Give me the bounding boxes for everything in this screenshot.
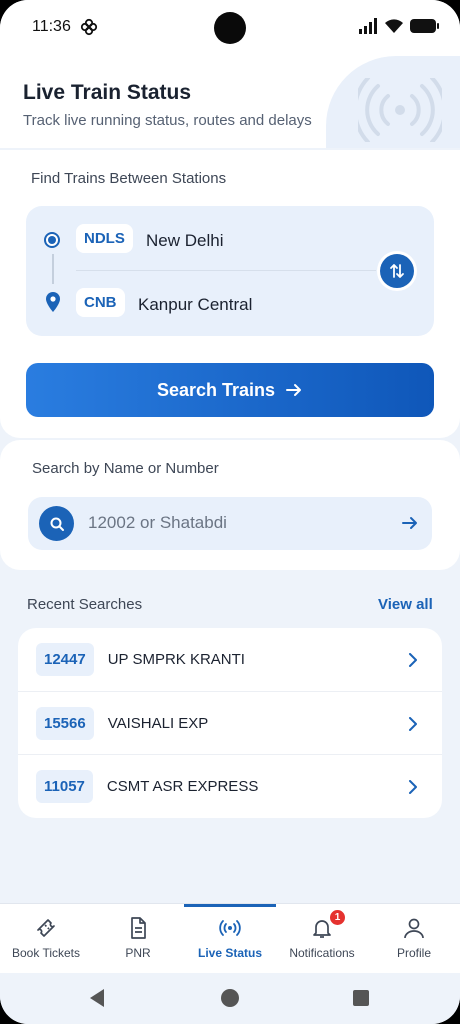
train-name: UP SMPRK KRANTI xyxy=(107,651,245,668)
route-connector xyxy=(52,254,54,284)
nav-label: Notifications xyxy=(289,946,355,960)
origin-station-name[interactable]: New Delhi xyxy=(146,231,223,251)
nav-pnr[interactable]: PNR xyxy=(92,904,184,974)
destination-station-name[interactable]: Kanpur Central xyxy=(138,295,252,315)
recent-searches-list: 12447 UP SMPRK KRANTI 15566 VAISHALI EXP… xyxy=(18,628,442,818)
broadcast-icon xyxy=(219,920,241,936)
nav-notifications[interactable]: 1 Notifications xyxy=(276,904,368,974)
nav-label: PNR xyxy=(125,946,151,960)
screen: 11:36 Live Train Status Track live runni… xyxy=(0,0,460,1024)
origin-dot-icon xyxy=(44,232,60,248)
ticket-icon xyxy=(37,919,55,937)
nav-live-status[interactable]: Live Status xyxy=(184,904,276,974)
search-trains-label: Search Trains xyxy=(156,379,276,400)
arrow-right-icon xyxy=(286,384,302,396)
system-navigation-bar xyxy=(0,973,460,1024)
train-search-placeholder: 12002 or Shatabdi xyxy=(88,513,227,532)
search-icon xyxy=(39,506,74,541)
home-icon[interactable] xyxy=(220,988,240,1008)
wifi-icon xyxy=(385,19,403,33)
document-icon xyxy=(131,917,146,939)
search-by-name-label: Search by Name or Number xyxy=(32,460,219,477)
status-icons xyxy=(358,18,440,34)
app-notification-icon xyxy=(80,18,98,36)
train-number-chip: 15566 xyxy=(36,707,94,740)
search-by-name-card: Search by Name or Number 12002 or Shatab… xyxy=(0,440,460,570)
between-stations-label: Find Trains Between Stations xyxy=(31,170,227,187)
nav-label: Profile xyxy=(396,946,431,960)
chevron-right-icon xyxy=(409,652,417,667)
destination-pin-icon xyxy=(46,292,60,312)
destination-station-code[interactable]: CNB xyxy=(76,288,125,317)
front-camera xyxy=(214,12,246,44)
swap-icon xyxy=(390,264,404,278)
train-number-chip: 11057 xyxy=(36,770,93,803)
route-selector: NDLS New Delhi CNB Kanpur Central xyxy=(26,206,434,336)
route-divider xyxy=(76,270,376,271)
nav-profile[interactable]: Profile xyxy=(368,904,460,974)
nav-book-tickets[interactable]: Book Tickets xyxy=(0,904,92,974)
recent-search-item[interactable]: 15566 VAISHALI EXP xyxy=(18,691,442,755)
status-bar: 11:36 xyxy=(0,0,460,56)
page-header: Live Train Status Track live running sta… xyxy=(0,56,460,148)
swap-stations-button[interactable] xyxy=(380,254,414,288)
train-name: VAISHALI EXP xyxy=(107,715,209,732)
live-signal-icon xyxy=(358,78,442,142)
origin-station-code[interactable]: NDLS xyxy=(76,224,133,253)
notification-badge: 1 xyxy=(330,910,345,925)
recent-search-item[interactable]: 12447 UP SMPRK KRANTI xyxy=(18,628,442,691)
chevron-right-icon xyxy=(409,716,417,731)
recent-searches-title: Recent Searches xyxy=(27,596,143,613)
nav-label: Live Status xyxy=(197,946,263,960)
bottom-navigation: Book Tickets PNR Live Status 1 Notificat… xyxy=(0,903,460,974)
recents-icon[interactable] xyxy=(352,989,370,1007)
person-icon xyxy=(404,918,424,939)
between-stations-card: Find Trains Between Stations NDLS New De… xyxy=(0,150,460,438)
nav-label: Book Tickets xyxy=(11,946,81,960)
search-trains-button[interactable]: Search Trains xyxy=(26,363,434,417)
train-name: CSMT ASR EXPRESS xyxy=(106,778,259,795)
back-icon[interactable] xyxy=(88,988,106,1008)
page-title: Live Train Status xyxy=(23,81,192,104)
battery-icon xyxy=(410,19,439,33)
chevron-right-icon xyxy=(409,779,417,794)
recent-search-item[interactable]: 11057 CSMT ASR EXPRESS xyxy=(18,754,442,818)
search-go-arrow-icon[interactable] xyxy=(400,513,420,533)
train-search-input[interactable]: 12002 or Shatabdi xyxy=(28,497,432,550)
status-time: 11:36 xyxy=(32,18,71,35)
train-number-chip: 12447 xyxy=(36,643,94,676)
page-subtitle: Track live running status, routes and de… xyxy=(23,112,312,129)
view-all-link[interactable]: View all xyxy=(378,596,433,613)
signal-icon xyxy=(359,18,377,34)
